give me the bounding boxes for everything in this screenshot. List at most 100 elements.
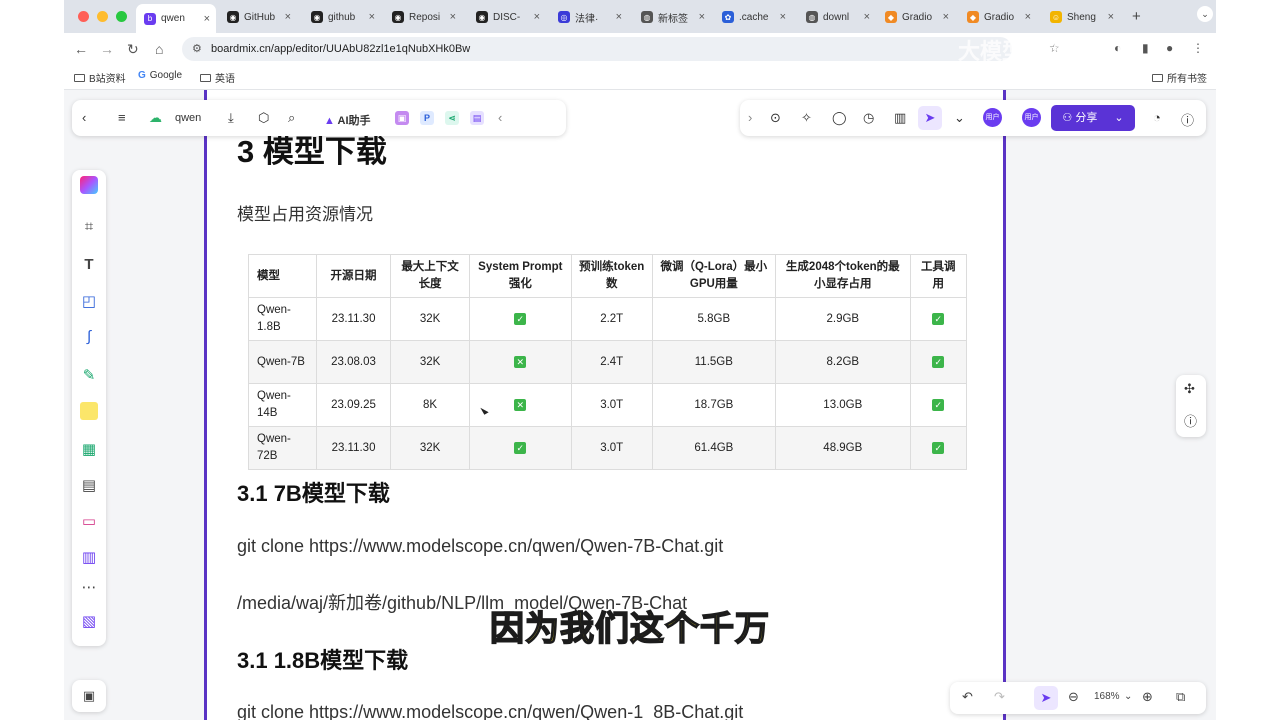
tab-close-icon[interactable]: × [616, 11, 622, 23]
tab-close-icon[interactable]: × [699, 11, 705, 23]
connector-icon[interactable]: ∫ [80, 328, 98, 345]
select-tool-icon[interactable]: ➤ [1034, 686, 1058, 710]
user-avatar-2[interactable]: 用户 [1022, 108, 1041, 127]
text-icon[interactable]: T [80, 256, 98, 273]
help-icon[interactable]: ⓘ [1181, 110, 1194, 129]
url-field[interactable]: ⚙ boardmix.cn/app/editor/UUAbU82zl1e1qNu… [182, 37, 1012, 61]
tag-icon[interactable]: ⬡ [258, 110, 269, 126]
apps-icon[interactable]: ▧ [80, 612, 98, 630]
new-tab-button[interactable]: + [1132, 8, 1141, 25]
menu-icon[interactable]: ≡ [118, 110, 126, 125]
back-icon[interactable]: ← [74, 41, 88, 57]
close-window-button[interactable] [78, 11, 89, 22]
celebrate-icon[interactable]: ✧ [801, 110, 812, 126]
tab-10[interactable]: ◆ Gradio × [959, 5, 1037, 29]
video-right-margin [1216, 0, 1280, 720]
document-icon[interactable]: ▤ [80, 476, 98, 494]
model-cell: Qwen-7B [248, 340, 317, 384]
bookmark-english[interactable]: 英语 [200, 70, 235, 85]
plugin-share-icon[interactable]: ⋖ [445, 111, 459, 125]
ai-assistant-button[interactable]: ▲ AI助手 [324, 112, 371, 128]
card-icon[interactable]: ▭ [80, 512, 98, 530]
tab-favicon-icon: ◍ [641, 11, 653, 23]
tab-1[interactable]: ◉ GitHub × [219, 5, 297, 29]
magic-icon[interactable]: ✣ [1184, 381, 1195, 397]
extensions-icon[interactable]: ◐ [1114, 41, 1121, 55]
minimap-button[interactable]: ▣ [72, 680, 106, 712]
present-icon[interactable]: ⊙ [770, 110, 781, 126]
tab-close-icon[interactable]: × [1108, 11, 1114, 23]
tab-8[interactable]: ◍ downl × [798, 5, 876, 29]
shape-icon[interactable]: ◰ [80, 292, 98, 310]
sticky-note-icon[interactable] [80, 402, 98, 420]
follow-cursor-icon[interactable]: ➤ [918, 106, 942, 130]
tab-6[interactable]: ◍ 新标签 × [633, 5, 711, 29]
templates-icon[interactable] [80, 176, 98, 194]
info-icon[interactable]: ⓘ [1184, 411, 1197, 430]
site-info-icon[interactable]: ⚙ [192, 42, 202, 55]
tab-close-icon[interactable]: × [943, 11, 949, 23]
timer-icon[interactable]: ◷ [863, 110, 874, 126]
doc-name[interactable]: qwen [175, 112, 201, 124]
minimize-window-button[interactable] [97, 11, 108, 22]
tab-favicon-icon: ◉ [311, 11, 323, 23]
all-bookmarks[interactable]: 所有书签 [1152, 70, 1207, 85]
home-icon[interactable]: ⌂ [155, 41, 163, 57]
zoom-level[interactable]: 168% [1094, 691, 1120, 702]
tab-close-icon[interactable]: × [450, 11, 456, 23]
more-icon[interactable]: ⋯ [80, 578, 98, 596]
tab-11[interactable]: ☺ Sheng × [1042, 5, 1120, 29]
download-icon[interactable]: ⤓ [228, 110, 234, 126]
undo-icon[interactable]: ↶ [962, 689, 973, 705]
pen-icon[interactable]: ✎ [80, 366, 98, 384]
tab-2[interactable]: ◉ github × [303, 5, 381, 29]
tab-close-icon[interactable]: × [864, 11, 870, 23]
plugin-p-icon[interactable]: P [420, 111, 434, 125]
table-row: Qwen-14B 23.09.25 8K ✕ 3.0T 18.7GB 13.0GB ✓ [248, 383, 968, 427]
collapse-plugins-icon[interactable]: ‹ [498, 110, 502, 125]
check-icon: ✓ [932, 398, 945, 411]
plugin-chat-icon[interactable]: ▤ [470, 111, 484, 125]
redo-icon[interactable]: ↷ [994, 689, 1005, 705]
profile-icon[interactable]: ● [1166, 41, 1173, 55]
table-icon[interactable]: ▦ [80, 440, 98, 458]
comment-icon[interactable]: ◯ [832, 110, 847, 126]
tab-close-icon[interactable]: × [204, 13, 210, 25]
zoom-chevron-icon[interactable]: ⌄ [1124, 691, 1132, 702]
bottom-right-controls: ↶ ↷ ➤ ⊖ 168% ⌄ ⊕ ⧉ [950, 682, 1206, 714]
tab-4[interactable]: ◉ DISC- × [468, 5, 546, 29]
plugin-image-icon[interactable]: ▣ [395, 111, 409, 125]
vote-icon[interactable]: ▥ [894, 110, 906, 126]
kanban-icon[interactable]: ▥ [80, 548, 98, 566]
tab-close-icon[interactable]: × [369, 11, 375, 23]
zoom-in-icon[interactable]: ⊕ [1142, 689, 1153, 705]
tab-9[interactable]: ◆ Gradio × [877, 5, 955, 29]
zoom-out-icon[interactable]: ⊖ [1068, 689, 1079, 705]
maximize-window-button[interactable] [116, 11, 127, 22]
share-button[interactable]: ⚇ 分享 ⌄ [1051, 105, 1135, 131]
tab-0[interactable]: b qwen × [136, 4, 216, 33]
frame-icon[interactable]: ⌗ [80, 218, 98, 235]
search-icon[interactable]: ⌕ [288, 110, 295, 126]
tab-close-icon[interactable]: × [285, 11, 291, 23]
back-chevron-icon[interactable]: ‹ [82, 110, 86, 125]
sidepanel-icon[interactable]: ▮ [1142, 41, 1149, 55]
table-header-cell: 模型 [248, 254, 317, 298]
tab-3[interactable]: ◉ Reposi × [384, 5, 462, 29]
reload-icon[interactable]: ↻ [127, 41, 139, 58]
bell-icon[interactable]: ◔ [1153, 110, 1161, 125]
bookmark-google[interactable]: G Google [138, 70, 182, 81]
tab-7[interactable]: ✿ .cache × [714, 5, 792, 29]
user-avatar[interactable]: 用户 [983, 108, 1002, 127]
browser-menu-icon[interactable]: ⋮ [1192, 41, 1204, 55]
bookmark-b-site[interactable]: B站资料 [74, 70, 126, 85]
tab-5[interactable]: ◎ 法律· × [550, 5, 628, 29]
tab-close-icon[interactable]: × [780, 11, 786, 23]
tab-close-icon[interactable]: × [1025, 11, 1031, 23]
tab-search-button[interactable]: ⌄ [1197, 6, 1213, 22]
more-tools-icon[interactable]: ⌄ [954, 110, 965, 126]
book-icon[interactable]: ⧉ [1176, 689, 1185, 705]
forward-icon[interactable]: → [100, 41, 114, 57]
expand-icon[interactable]: › [748, 110, 752, 125]
tab-close-icon[interactable]: × [534, 11, 540, 23]
